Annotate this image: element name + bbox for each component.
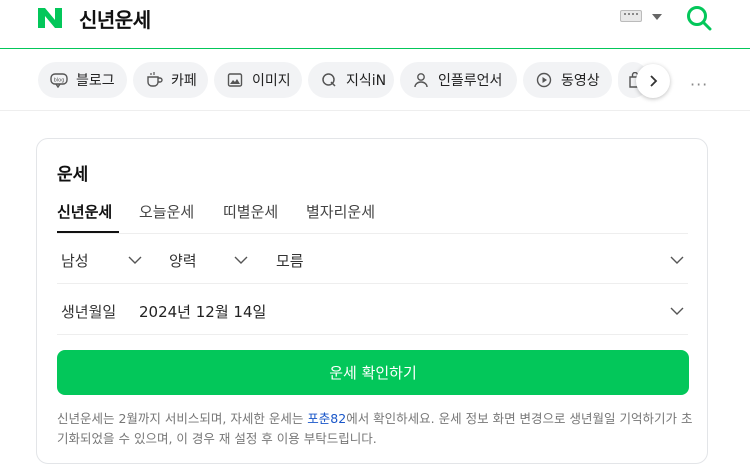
tab-label: 인플루언서 [438, 73, 503, 89]
subtab-star-sign-fortune[interactable]: 별자리운세 [306, 201, 375, 222]
subtab-new-year-fortune[interactable]: 신년운세 [57, 201, 112, 222]
keyboard-icon[interactable] [620, 10, 642, 22]
tab-label: 카페 [171, 73, 197, 89]
tab-video[interactable]: 동영상 [523, 62, 612, 98]
subtab-zodiac-animal-fortune[interactable]: 띠별운세 [223, 201, 278, 222]
svg-text:blog: blog [54, 78, 65, 84]
subtab-today-fortune[interactable]: 오늘운세 [139, 201, 194, 222]
header-bar: 신년운세 [0, 0, 750, 49]
birthdate-label: 생년월일 [61, 302, 117, 321]
chevron-down-icon [670, 307, 684, 315]
person-icon [412, 71, 430, 89]
birth-time-select[interactable]: 모름 [276, 236, 688, 284]
calendar-type-value: 양력 [169, 251, 197, 270]
search-icon[interactable] [686, 5, 712, 31]
tab-label: 동영상 [561, 73, 600, 89]
birth-time-value: 모름 [276, 251, 304, 270]
service-notice: 신년운세는 2월까지 서비스되며, 자세한 운세는 포춘82에서 확인하세요. … [57, 409, 693, 449]
caret-down-icon[interactable] [652, 14, 662, 20]
tab-label: 지식iN [346, 73, 387, 89]
tab-blog[interactable]: blog 블로그 [38, 62, 127, 98]
knowledge-q-icon [320, 71, 338, 89]
tab-image[interactable]: 이미지 [214, 62, 302, 98]
naver-logo-icon[interactable] [36, 6, 64, 30]
scroll-right-button[interactable] [636, 64, 670, 98]
check-fortune-button[interactable]: 운세 확인하기 [57, 350, 689, 395]
tab-label: 블로그 [76, 73, 115, 89]
chevron-right-icon [650, 75, 658, 87]
active-subtab-indicator [57, 231, 119, 233]
image-icon [226, 71, 244, 89]
tab-cafe[interactable]: 카페 [133, 62, 208, 98]
card-title: 운세 [57, 165, 89, 185]
fortune82-link[interactable]: 포춘82 [307, 411, 346, 426]
notice-text-before: 신년운세는 2월까지 서비스되며, 자세한 운세는 [57, 411, 308, 426]
chevron-down-icon [234, 256, 248, 264]
tab-label: 이미지 [252, 73, 291, 89]
chevron-down-icon [670, 256, 684, 264]
search-tabs: blog 블로그 카페 이미지 지식iN 인플루언서 동영상 ··· [0, 50, 750, 111]
gender-value: 남성 [61, 251, 89, 270]
more-menu-icon[interactable]: ··· [690, 75, 708, 94]
play-icon [535, 71, 553, 89]
fortune-card: 운세 신년운세 오늘운세 띠별운세 별자리운세 남성 양력 모름 생년월일 20… [36, 138, 708, 464]
birthdate-value[interactable]: 2024년 12월 14일 [139, 287, 266, 335]
birthdate-row[interactable]: 생년월일 2024년 12월 14일 [57, 287, 688, 335]
tab-influencer[interactable]: 인플루언서 [400, 62, 517, 98]
cafe-cup-icon [145, 71, 163, 89]
chevron-down-icon [128, 256, 142, 264]
blog-icon: blog [50, 71, 68, 89]
options-row: 남성 양력 모름 [57, 236, 688, 284]
tab-knowledge-in[interactable]: 지식iN [308, 62, 394, 98]
search-query-text[interactable]: 신년운세 [79, 4, 151, 33]
fortune-subtabs: 신년운세 오늘운세 띠별운세 별자리운세 [57, 197, 688, 234]
